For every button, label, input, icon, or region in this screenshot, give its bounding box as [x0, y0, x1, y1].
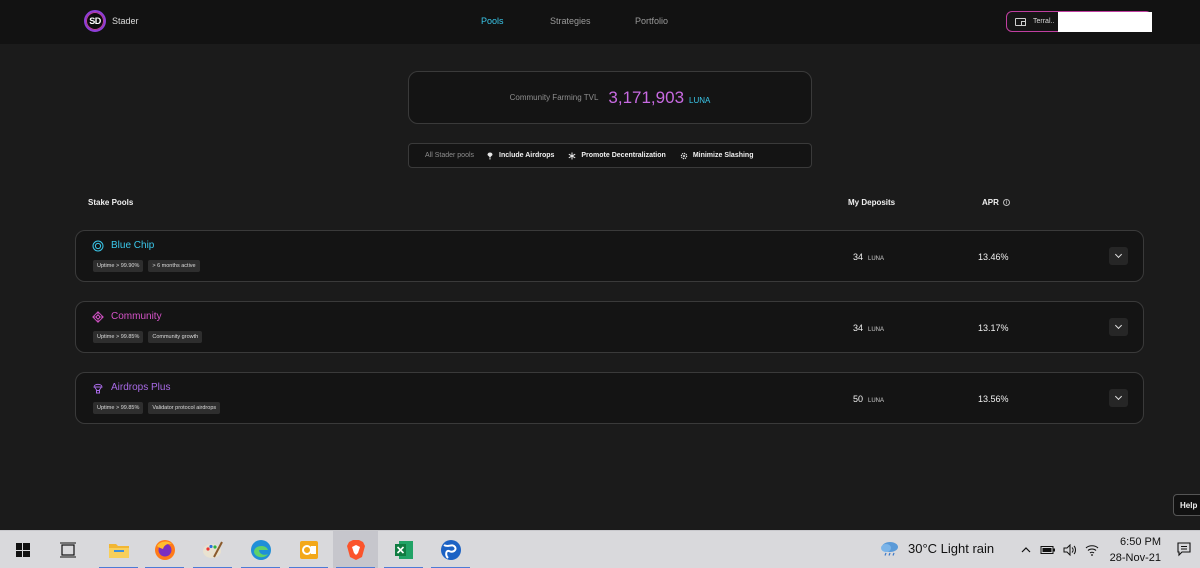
- pool-tag: Uptime > 99.90%: [93, 260, 144, 272]
- deposit-value: 50: [853, 394, 864, 404]
- taskbar-excel[interactable]: [381, 531, 426, 568]
- excel-icon: [394, 541, 413, 559]
- deposit-unit: LUNA: [868, 256, 885, 262]
- pool-tags: Uptime > 99.85% Validator protocol airdr…: [93, 402, 225, 414]
- filter-minimize-slashing[interactable]: Minimize Slashing: [680, 152, 754, 160]
- deposit-unit: LUNA: [868, 398, 885, 404]
- column-header-apr-label: APR: [982, 198, 999, 207]
- weather-widget[interactable]: 30°C Light rain: [879, 540, 994, 556]
- gear-icon: [680, 152, 688, 160]
- pool-name: Community: [111, 311, 162, 322]
- airdrop-icon: [92, 382, 104, 394]
- chevron-up-icon[interactable]: [1015, 541, 1037, 559]
- pool-deposit: 34 LUNA: [853, 323, 884, 333]
- task-view-button[interactable]: [45, 531, 90, 568]
- taskbar-app-blue[interactable]: [428, 531, 473, 568]
- network-icon: [92, 311, 104, 323]
- nav-strategies[interactable]: Strategies: [550, 16, 591, 26]
- column-header-stake-pools: Stake Pools: [88, 198, 134, 207]
- clock-date: 28-Nov-21: [1109, 552, 1161, 564]
- notification-icon[interactable]: [1176, 541, 1192, 562]
- pool-card-community[interactable]: Community Uptime > 99.85% Community grow…: [75, 301, 1144, 353]
- pool-filters: All Stader pools Include Airdrops Promot…: [408, 143, 812, 168]
- column-header-my-deposits: My Deposits: [848, 198, 896, 207]
- pool-apr: 13.17%: [978, 323, 1009, 333]
- cloud-rain-icon: [879, 540, 901, 556]
- taskbar-app-orange[interactable]: [286, 531, 331, 568]
- filter-promote-decentralization[interactable]: Promote Decentralization: [568, 152, 666, 160]
- filter-label: Include Airdrops: [499, 152, 555, 159]
- redacted-area: [1058, 12, 1152, 32]
- wallet-icon: [1015, 17, 1026, 26]
- tvl-unit: LUNA: [689, 95, 711, 105]
- expand-button[interactable]: [1109, 247, 1128, 265]
- pool-apr: 13.46%: [978, 252, 1009, 262]
- deposit-value: 34: [853, 323, 864, 333]
- taskbar-clock[interactable]: 6:50 PM 28-Nov-21: [1106, 534, 1161, 566]
- asterisk-icon: [568, 152, 576, 160]
- battery-icon[interactable]: [1037, 541, 1059, 559]
- pool-apr: 13.56%: [978, 394, 1009, 404]
- start-button[interactable]: [0, 531, 45, 568]
- tvl-value: 3,171,903: [608, 87, 685, 107]
- help-button[interactable]: Help: [1173, 494, 1200, 516]
- filter-label: Minimize Slashing: [692, 152, 754, 159]
- chevron-down-icon: [1114, 392, 1123, 401]
- firefox-icon: [154, 540, 175, 560]
- taskbar-file-explorer[interactable]: [96, 531, 141, 568]
- target-icon: [92, 240, 104, 252]
- pool-tags: Uptime > 99.85% Community growth: [93, 331, 207, 343]
- pool-tag: Uptime > 99.85%: [93, 402, 144, 414]
- weather-text: 30°C Light rain: [908, 540, 995, 556]
- expand-button[interactable]: [1109, 389, 1128, 407]
- volume-icon[interactable]: [1059, 541, 1081, 559]
- edge-icon: [250, 540, 271, 560]
- pool-tag: Community growth: [148, 331, 203, 343]
- filter-include-airdrops[interactable]: Include Airdrops: [486, 152, 554, 160]
- tvl-label: Community Farming TVL: [509, 93, 599, 102]
- taskbar-edge[interactable]: [238, 531, 283, 568]
- pool-tag: Validator protocol airdrops: [148, 402, 221, 414]
- task-view-icon: [59, 542, 76, 558]
- pool-card-blue-chip[interactable]: Blue Chip Uptime > 99.90% > 6 months act…: [75, 230, 1144, 282]
- deposit-unit: LUNA: [868, 327, 885, 333]
- app-icon: [299, 541, 318, 559]
- nav-pools[interactable]: Pools: [481, 16, 504, 26]
- paint-icon: [202, 541, 223, 558]
- pool-tag: Uptime > 99.85%: [93, 331, 144, 343]
- folder-icon: [108, 544, 129, 558]
- chevron-down-icon: [1114, 250, 1123, 259]
- windows-logo-icon: [15, 543, 30, 557]
- column-header-apr: APR i: [982, 198, 1010, 207]
- taskbar-paint[interactable]: [190, 531, 235, 568]
- pool-name: Blue Chip: [111, 240, 155, 251]
- nav-portfolio[interactable]: Portfolio: [635, 16, 668, 26]
- airdrop-icon: [486, 152, 494, 160]
- pool-tags: Uptime > 99.90% > 6 months active: [93, 260, 205, 272]
- taskbar-firefox[interactable]: [142, 531, 187, 568]
- wallet-address: Terral..: [1033, 18, 1055, 25]
- pool-name: Airdrops Plus: [111, 382, 171, 393]
- tvl-card: Community Farming TVL 3,171,903 LUNA: [408, 71, 812, 124]
- deposit-value: 34: [853, 252, 864, 262]
- pool-deposit: 34 LUNA: [853, 252, 884, 262]
- info-icon[interactable]: i: [1002, 199, 1010, 206]
- wifi-icon[interactable]: [1081, 541, 1103, 559]
- top-header: SD Stader Pools Strategies Portfolio Ter…: [0, 0, 1200, 44]
- system-tray: [1015, 541, 1103, 559]
- clock-time: 6:50 PM: [1120, 536, 1161, 548]
- chevron-down-icon: [1114, 321, 1123, 330]
- pool-deposit: 50 LUNA: [853, 394, 884, 404]
- windows-taskbar: 30°C Light rain 6:50 PM 28-Nov-21: [0, 530, 1200, 568]
- brave-icon: [346, 540, 365, 560]
- filter-all-pools[interactable]: All Stader pools: [425, 152, 474, 159]
- filter-label: Promote Decentralization: [581, 152, 666, 159]
- pool-tag: > 6 months active: [148, 260, 200, 272]
- taskbar-brave[interactable]: [333, 531, 378, 568]
- pool-card-airdrops-plus[interactable]: Airdrops Plus Uptime > 99.85% Validator …: [75, 372, 1144, 424]
- wallet-button[interactable]: Terral..: [1006, 11, 1152, 32]
- globe-icon: [440, 540, 461, 560]
- expand-button[interactable]: [1109, 318, 1128, 336]
